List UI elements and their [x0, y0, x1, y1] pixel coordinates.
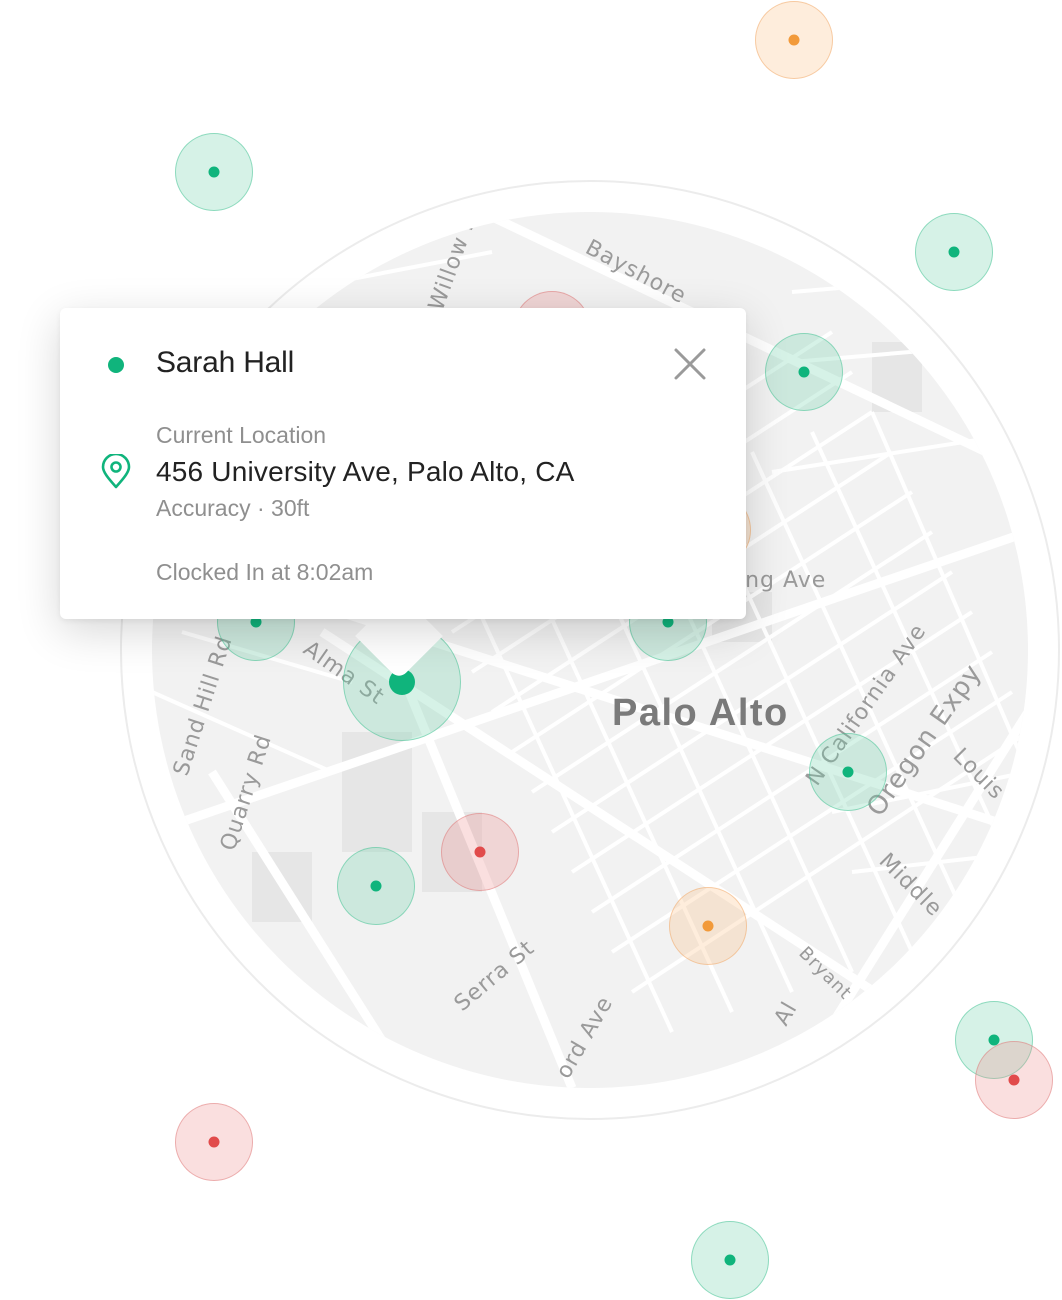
employee-marker[interactable]	[175, 133, 253, 211]
employee-marker[interactable]	[975, 1041, 1053, 1119]
clock-status-text: Clocked In at 8:02am	[156, 559, 374, 585]
close-icon	[674, 348, 706, 380]
employee-marker[interactable]	[441, 813, 519, 891]
street-label: ing Ave	[738, 568, 826, 593]
employee-marker[interactable]	[765, 333, 843, 411]
status-dot	[108, 357, 124, 373]
employee-marker[interactable]	[809, 733, 887, 811]
employee-marker[interactable]	[915, 213, 993, 291]
address-text: 456 University Ave, Palo Alto, CA	[156, 456, 575, 487]
employee-name: Sarah Hall	[156, 346, 295, 379]
location-label: Current Location	[156, 422, 327, 448]
employee-marker[interactable]	[755, 1, 833, 79]
employee-marker[interactable]	[691, 1221, 769, 1299]
employee-marker[interactable]	[337, 847, 415, 925]
city-label: Palo Alto	[612, 692, 789, 734]
employee-marker[interactable]	[175, 1103, 253, 1181]
close-button[interactable]	[672, 346, 708, 382]
location-pin-icon	[101, 454, 131, 489]
employee-info-popup: Sarah Hall Current Location 456 Universi…	[60, 308, 746, 619]
employee-marker[interactable]	[669, 887, 747, 965]
accuracy-text: Accuracy · 30ft	[156, 495, 310, 521]
